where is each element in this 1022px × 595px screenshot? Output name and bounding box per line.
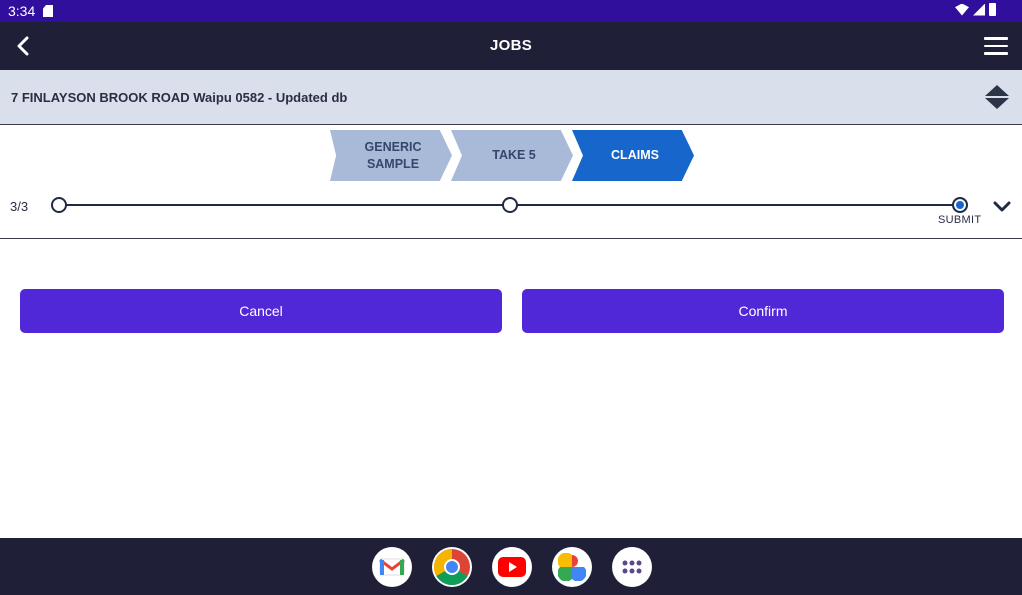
youtube-icon[interactable] [492, 547, 532, 587]
step-take-5[interactable]: TAKE 5 [451, 130, 573, 181]
signal-icon [973, 3, 985, 16]
step-generic-sample[interactable]: GENERIC SAMPLE [330, 130, 452, 181]
hamburger-menu-icon[interactable] [984, 37, 1008, 55]
step-label: TAKE 5 [492, 148, 536, 162]
progress-node-1[interactable] [51, 197, 67, 213]
gmail-icon[interactable] [372, 547, 412, 587]
job-address: 7 FINLAYSON BROOK ROAD Waipu 0582 - Upda… [11, 90, 348, 105]
progress-count: 3/3 [10, 199, 29, 214]
step-claims[interactable]: CLAIMS [572, 130, 694, 181]
sd-card-icon [43, 5, 53, 17]
job-address-bar[interactable]: 7 FINLAYSON BROOK ROAD Waipu 0582 - Upda… [0, 70, 1022, 125]
photos-icon[interactable] [552, 547, 592, 587]
cancel-button[interactable]: Cancel [20, 289, 502, 333]
chevron-down-icon[interactable] [992, 200, 1012, 214]
step-label: CLAIMS [611, 148, 659, 162]
page-title: JOBS [489, 37, 533, 54]
chrome-icon[interactable] [432, 547, 472, 587]
progress-tracker: 3/3 SUBMIT [0, 186, 1022, 239]
status-bar: 3:34 [0, 0, 1022, 22]
progress-node-3[interactable] [952, 197, 968, 213]
app-bar: JOBS [0, 22, 1022, 70]
step-label: GENERIC SAMPLE [364, 139, 422, 171]
progress-node-2[interactable] [502, 197, 518, 213]
battery-icon [989, 3, 996, 16]
app-dock [0, 538, 1022, 595]
sort-arrows-icon[interactable] [984, 84, 1010, 110]
confirm-button[interactable]: Confirm [522, 289, 1004, 333]
submit-label: SUBMIT [938, 214, 982, 226]
status-icons [955, 3, 996, 16]
wifi-icon [955, 3, 969, 16]
app-drawer-icon[interactable] [612, 547, 652, 587]
status-time: 3:34 [8, 3, 36, 19]
